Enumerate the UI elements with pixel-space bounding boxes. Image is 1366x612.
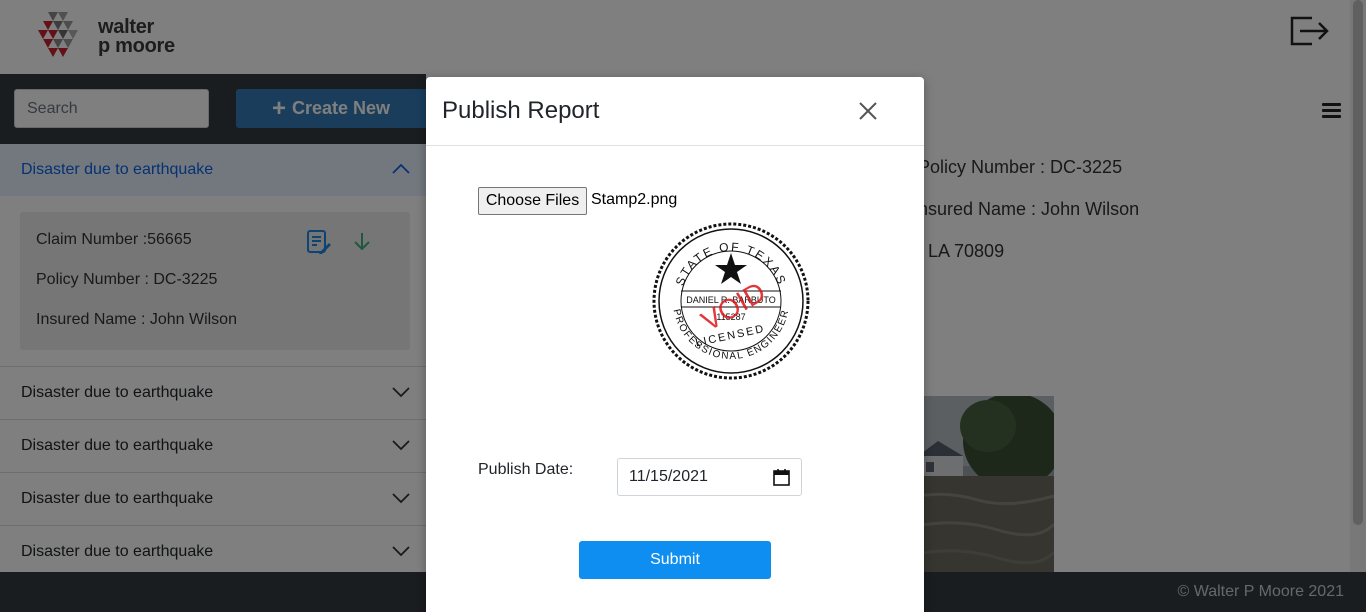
calendar-icon[interactable] [773,468,790,486]
publish-report-modal: Publish Report Choose Files Stamp2.png S… [426,77,924,612]
publish-date-label: Publish Date: [478,461,574,478]
publish-date-value: 11/15/2021 [629,468,708,485]
modal-title: Publish Report [442,97,600,124]
selected-file-name: Stamp2.png [591,191,678,208]
pe-stamp-image: STATE OF TEXAS PROFESSIONAL ENGINEER DAN… [652,222,810,380]
choose-files-button[interactable]: Choose Files [478,187,587,215]
publish-date-input[interactable]: 11/15/2021 [617,458,802,496]
submit-button[interactable]: Submit [579,541,771,579]
modal-header: Publish Report [426,77,924,146]
close-icon[interactable] [856,99,880,123]
